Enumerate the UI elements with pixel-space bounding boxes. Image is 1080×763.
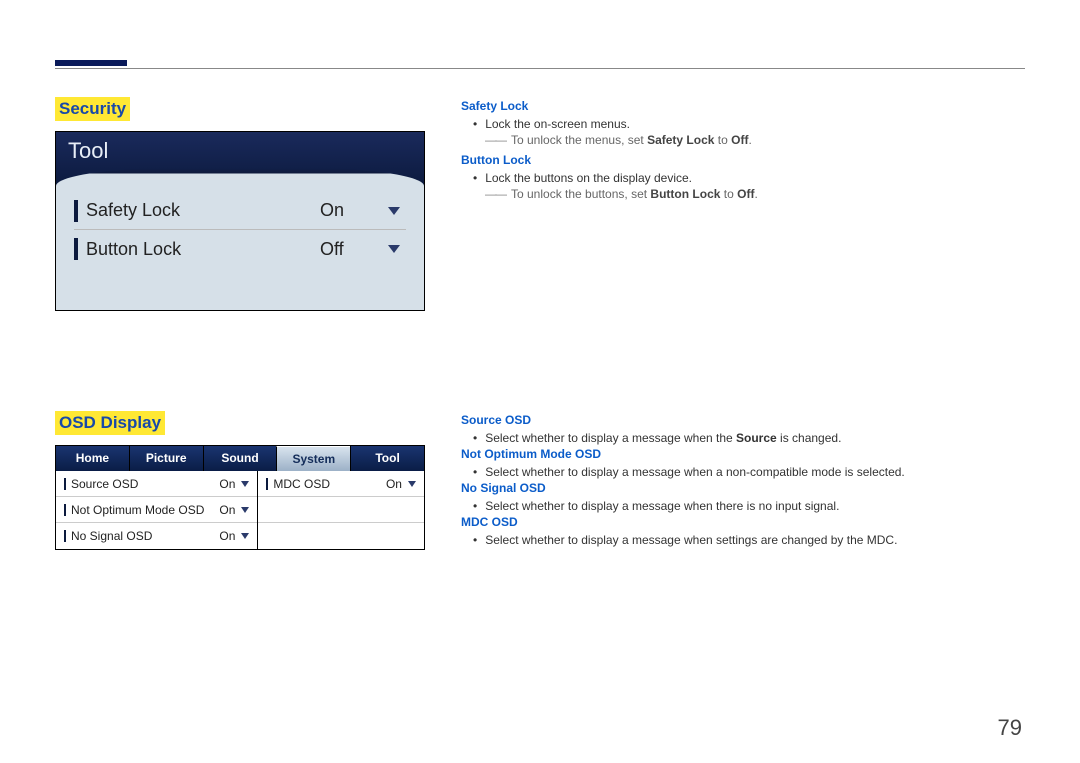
osd-item-label: MDC OSD xyxy=(273,477,386,491)
row-marker-icon xyxy=(74,238,78,260)
tool-panel-header: Tool xyxy=(56,132,424,186)
bullet-text: •Select whether to display a message whe… xyxy=(473,465,1025,479)
tool-row-value: Off xyxy=(320,239,380,260)
chevron-down-icon[interactable] xyxy=(241,533,249,539)
section-title-security: Security xyxy=(55,97,130,121)
osd-description: Source OSD • Select whether to display a… xyxy=(461,411,1025,550)
chevron-down-icon[interactable] xyxy=(388,207,400,215)
row-marker-icon xyxy=(64,478,66,490)
note-text: ―― To unlock the buttons, set Button Loc… xyxy=(485,187,1025,201)
security-description: Safety Lock •Lock the on-screen menus. ―… xyxy=(461,97,1025,311)
osd-row-source-osd[interactable]: Source OSD On xyxy=(56,471,257,497)
tab-sound[interactable]: Sound xyxy=(203,446,277,471)
subhead-mdc-osd: MDC OSD xyxy=(461,515,1025,529)
tool-panel: Tool Safety Lock On Button Lock Off xyxy=(55,131,425,311)
chevron-down-icon[interactable] xyxy=(408,481,416,487)
tool-row-safety-lock[interactable]: Safety Lock On xyxy=(74,192,406,230)
osd-item-label: No Signal OSD xyxy=(71,529,219,543)
subhead-safety-lock: Safety Lock xyxy=(461,99,1025,113)
chevron-down-icon[interactable] xyxy=(241,507,249,513)
bullet-text: • Select whether to display a message wh… xyxy=(473,431,1025,445)
tab-system[interactable]: System xyxy=(276,446,350,471)
subhead-not-optimum: Not Optimum Mode OSD xyxy=(461,447,1025,461)
subhead-source-osd: Source OSD xyxy=(461,413,1025,427)
header-rule-thick xyxy=(55,60,127,66)
osd-row-not-optimum[interactable]: Not Optimum Mode OSD On xyxy=(56,497,257,523)
subhead-button-lock: Button Lock xyxy=(461,153,1025,167)
note-text: ―― To unlock the menus, set Safety Lock … xyxy=(485,133,1025,147)
osd-item-label: Source OSD xyxy=(71,477,219,491)
osd-row-no-signal[interactable]: No Signal OSD On xyxy=(56,523,257,549)
osd-row-empty xyxy=(258,497,424,523)
tab-picture[interactable]: Picture xyxy=(129,446,203,471)
tool-row-label: Button Lock xyxy=(86,239,320,260)
row-marker-icon xyxy=(74,200,78,222)
tool-row-label: Safety Lock xyxy=(86,200,320,221)
row-marker-icon xyxy=(64,504,66,516)
osd-item-value: On xyxy=(386,477,402,491)
section-title-osd: OSD Display xyxy=(55,411,165,435)
page-number: 79 xyxy=(998,715,1022,741)
chevron-down-icon[interactable] xyxy=(241,481,249,487)
osd-row-empty xyxy=(258,523,424,549)
osd-panel: Home Picture Sound System Tool Source OS… xyxy=(55,445,425,550)
tab-tool[interactable]: Tool xyxy=(350,446,424,471)
osd-item-label: Not Optimum Mode OSD xyxy=(71,503,219,517)
osd-tabs: Home Picture Sound System Tool xyxy=(56,446,424,471)
tool-row-button-lock[interactable]: Button Lock Off xyxy=(74,230,406,268)
osd-item-value: On xyxy=(219,503,235,517)
osd-item-value: On xyxy=(219,477,235,491)
chevron-down-icon[interactable] xyxy=(388,245,400,253)
bullet-text: •Select whether to display a message whe… xyxy=(473,533,1025,547)
header-rule-thin xyxy=(55,68,1025,69)
osd-item-value: On xyxy=(219,529,235,543)
row-marker-icon xyxy=(64,530,66,542)
bullet-text: •Lock the on-screen menus. xyxy=(473,117,1025,131)
bullet-text: •Select whether to display a message whe… xyxy=(473,499,1025,513)
tab-home[interactable]: Home xyxy=(56,446,129,471)
bullet-text: •Lock the buttons on the display device. xyxy=(473,171,1025,185)
subhead-no-signal: No Signal OSD xyxy=(461,481,1025,495)
tool-row-value: On xyxy=(320,200,380,221)
osd-row-mdc-osd[interactable]: MDC OSD On xyxy=(258,471,424,497)
row-marker-icon xyxy=(266,478,268,490)
